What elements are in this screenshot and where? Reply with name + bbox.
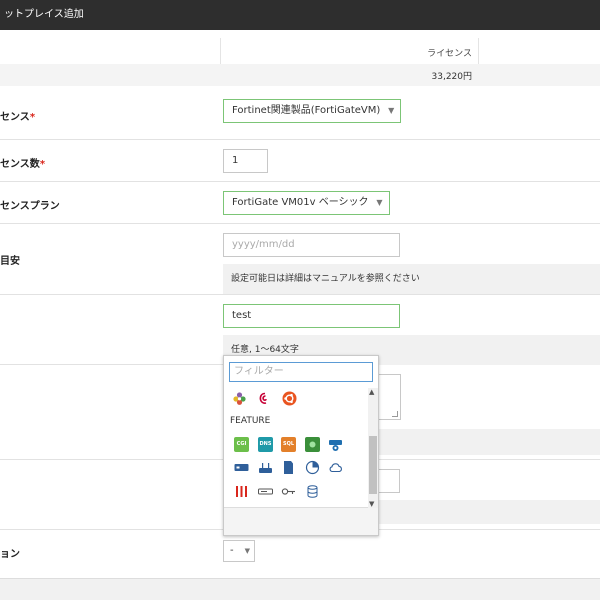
scroll-down-icon[interactable]: ▼ (369, 500, 374, 508)
option-select[interactable]: - ▼ (223, 540, 255, 562)
option-label: ョン (0, 549, 20, 560)
license-count-row: センス数* 1 (0, 140, 600, 182)
license-select[interactable]: Fortinet関連製品(FortiGateVM) ▼ (223, 99, 402, 123)
name-input[interactable]: test (223, 304, 400, 328)
date-row: 目安 yyyy/mm/dd 設定可能日は詳細はマニュアルを参照ください (0, 224, 600, 295)
server-icon[interactable] (234, 460, 249, 475)
date-label: 目安 (0, 256, 20, 267)
icon-picker-list: フィルター FEATURE CGI DNS SQL ▲ ▼ (224, 356, 378, 508)
cloud-icon[interactable] (328, 460, 343, 475)
window-header: ットプレイス追加 (0, 0, 600, 30)
feature-section-label: FEATURE (230, 416, 271, 426)
nas-icon[interactable] (258, 484, 273, 499)
date-input[interactable]: yyyy/mm/dd (223, 233, 400, 257)
price-value: 33,220円 (431, 72, 473, 82)
cgi-icon[interactable]: CGI (234, 437, 249, 452)
price-header-row: ライセンス (0, 30, 600, 64)
chevron-down-icon: ▼ (376, 198, 383, 207)
license-plan-label: センスプラン (0, 201, 60, 212)
resize-grip-icon[interactable] (392, 411, 398, 417)
sql-icon[interactable]: SQL (281, 437, 296, 452)
license-plan-select[interactable]: FortiGate VM01v ベーシック ▼ (223, 191, 390, 215)
network-icon[interactable] (305, 437, 320, 452)
column-divider (478, 38, 479, 64)
required-mark: * (29, 112, 36, 123)
header-title: ットプレイス追加 (4, 9, 84, 20)
key-icon[interactable] (281, 484, 296, 499)
license-plan-row: センスプラン FortiGate VM01v ベーシック ▼ (0, 182, 600, 224)
required-mark: * (39, 159, 46, 170)
price-column-header: ライセンス (427, 49, 472, 59)
license-count-label: センス数* (0, 159, 46, 170)
license-row: センス* Fortinet関連製品(FortiGateVM) ▼ (0, 86, 600, 140)
icon-list-scrollbar[interactable]: ▲ ▼ (368, 388, 378, 508)
column-divider (220, 38, 221, 64)
pie-chart-icon[interactable] (305, 460, 320, 475)
option-row: ョン - ▼ (0, 530, 600, 578)
scrollbar-thumb[interactable] (369, 436, 377, 494)
footer-bar (0, 578, 600, 600)
license-label: センス* (0, 112, 36, 123)
scroll-up-icon[interactable]: ▲ (369, 388, 374, 396)
license-count-input[interactable]: 1 (223, 149, 268, 173)
dns-icon[interactable]: DNS (258, 437, 273, 452)
ubuntu-icon[interactable] (282, 391, 297, 406)
blossom-icon[interactable] (232, 391, 247, 406)
database-icon[interactable] (305, 484, 320, 499)
chevron-down-icon: ▼ (244, 547, 250, 555)
debian-icon[interactable] (257, 391, 272, 406)
switch-icon[interactable] (328, 437, 343, 452)
icon-picker-popover: フィルター FEATURE CGI DNS SQL ▲ ▼ (223, 355, 379, 536)
router-icon[interactable] (258, 460, 273, 475)
price-value-row: 33,220円 (0, 64, 600, 86)
firewall-icon[interactable] (234, 484, 249, 499)
chevron-down-icon: ▼ (388, 106, 395, 115)
date-help-text: 設定可能日は詳細はマニュアルを参照ください (223, 264, 600, 294)
storage-icon[interactable] (281, 460, 296, 475)
icon-filter-input[interactable]: フィルター (229, 362, 373, 382)
